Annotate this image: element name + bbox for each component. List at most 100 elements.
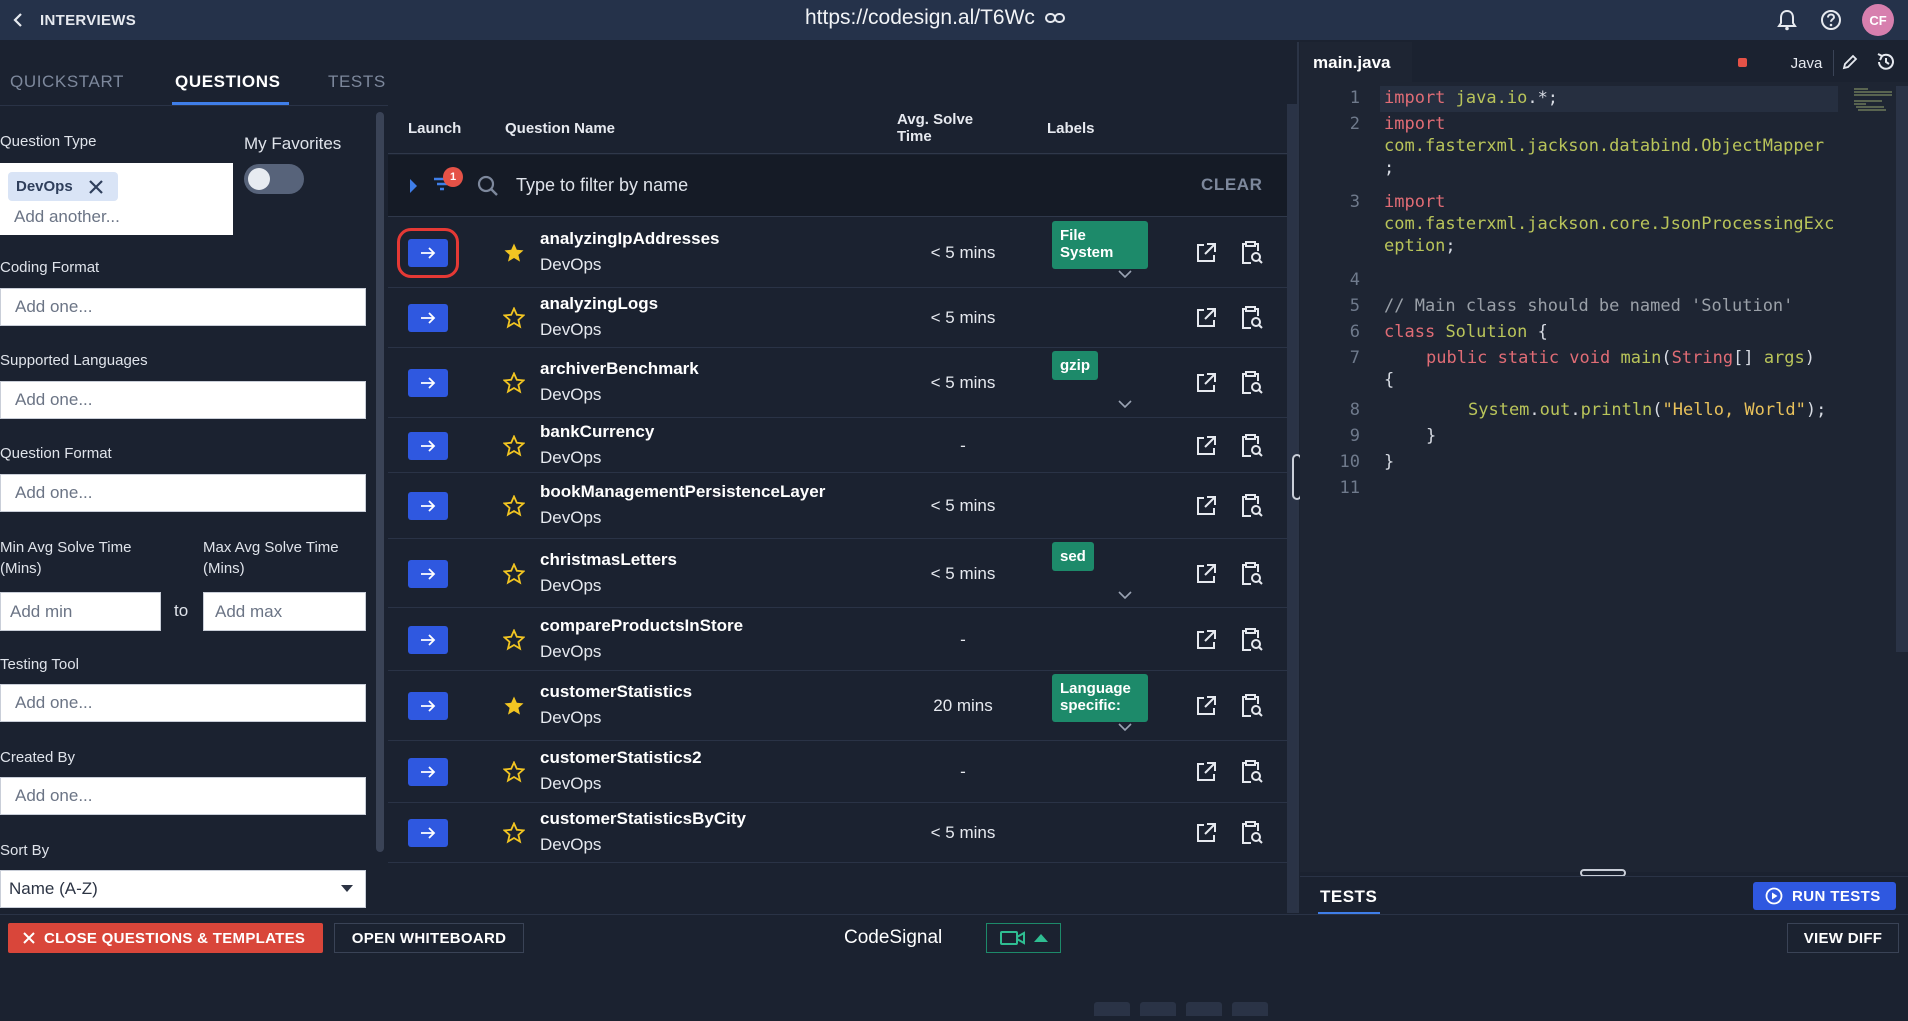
close-questions-button[interactable]: CLOSE QUESTIONS & TEMPLATES xyxy=(8,923,323,953)
external-link-icon[interactable] xyxy=(1194,434,1218,458)
external-link-icon[interactable] xyxy=(1194,694,1218,718)
name-filter-input[interactable]: Type to filter by name xyxy=(516,175,688,196)
sort-by-select[interactable]: Name (A-Z) xyxy=(0,870,366,908)
min-time-input[interactable]: Add min xyxy=(0,592,161,631)
star-icon[interactable] xyxy=(503,695,525,717)
star-outline-icon[interactable] xyxy=(503,562,525,585)
clipboard-search-icon[interactable] xyxy=(1238,433,1264,459)
question-name[interactable]: bookManagementPersistenceLayer xyxy=(540,482,825,502)
external-link-icon[interactable] xyxy=(1194,371,1218,395)
table-row[interactable]: christmasLetters DevOps < 5 mins sed xyxy=(388,539,1288,608)
question-name[interactable]: analyzingIpAddresses xyxy=(540,229,720,249)
tab-questions[interactable]: QUESTIONS xyxy=(175,72,281,92)
col-question-name[interactable]: Question Name xyxy=(505,120,615,137)
question-name[interactable]: christmasLetters xyxy=(540,550,677,570)
tab-quickstart[interactable]: QUICKSTART xyxy=(10,72,124,92)
external-link-icon[interactable] xyxy=(1194,494,1218,518)
clear-filter-button[interactable]: CLEAR xyxy=(1201,175,1263,195)
external-link-icon[interactable] xyxy=(1194,562,1218,586)
star-outline-icon[interactable] xyxy=(503,628,525,651)
clipboard-search-icon[interactable] xyxy=(1238,370,1264,396)
max-time-input[interactable]: Add max xyxy=(203,592,366,631)
question-name[interactable]: compareProductsInStore xyxy=(540,616,743,636)
bell-icon[interactable] xyxy=(1770,3,1804,37)
clipboard-search-icon[interactable] xyxy=(1238,561,1264,587)
view-diff-button[interactable]: VIEW DIFF xyxy=(1787,923,1899,953)
question-type-input[interactable]: Add another... xyxy=(14,207,120,227)
page-button[interactable] xyxy=(1186,1002,1222,1016)
star-outline-icon[interactable] xyxy=(503,434,525,457)
filters-scrollbar[interactable] xyxy=(376,112,384,852)
question-format-input[interactable]: Add one... xyxy=(0,474,366,512)
languages-input[interactable]: Add one... xyxy=(0,381,366,419)
table-row[interactable]: analyzingLogs DevOps < 5 mins xyxy=(388,288,1288,348)
page-button[interactable] xyxy=(1232,1002,1268,1016)
star-outline-icon[interactable] xyxy=(503,307,525,329)
help-icon[interactable] xyxy=(1814,3,1848,37)
launch-button[interactable] xyxy=(397,228,459,278)
coding-format-input[interactable]: Add one... xyxy=(0,288,366,326)
table-row[interactable]: customerStatistics2 DevOps - xyxy=(388,741,1288,803)
question-label-chip[interactable]: sed xyxy=(1052,541,1094,571)
clipboard-search-icon[interactable] xyxy=(1238,493,1264,519)
star-icon[interactable] xyxy=(503,242,525,264)
table-scrollbar[interactable] xyxy=(1287,104,1297,913)
tab-tests[interactable]: TESTS xyxy=(328,72,386,92)
session-url[interactable]: https://codesign.al/T6Wc xyxy=(805,6,1065,30)
star-outline-icon[interactable] xyxy=(503,372,525,394)
code-minimap[interactable] xyxy=(1852,86,1896,114)
table-row[interactable]: compareProductsInStore DevOps - xyxy=(388,608,1288,671)
launch-button[interactable] xyxy=(408,758,448,786)
video-button[interactable] xyxy=(986,923,1061,953)
clipboard-search-icon[interactable] xyxy=(1238,693,1264,719)
tests-tab[interactable]: TESTS xyxy=(1320,887,1377,907)
launch-button[interactable] xyxy=(408,369,448,397)
question-label-chip[interactable]: gzip xyxy=(1052,351,1098,380)
clipboard-search-icon[interactable] xyxy=(1238,305,1264,331)
page-button[interactable] xyxy=(1094,1002,1130,1016)
close-icon[interactable] xyxy=(87,178,105,196)
clipboard-search-icon[interactable] xyxy=(1238,627,1264,653)
chevron-down-icon[interactable] xyxy=(1118,590,1132,600)
star-outline-icon[interactable] xyxy=(503,822,525,844)
testing-tool-input[interactable]: Add one... xyxy=(0,684,366,722)
clipboard-search-icon[interactable] xyxy=(1238,820,1264,846)
external-link-icon[interactable] xyxy=(1194,628,1218,652)
expand-filters-icon[interactable] xyxy=(410,179,417,193)
launch-button[interactable] xyxy=(408,559,448,588)
question-label-chip[interactable]: Language specific: xyxy=(1052,674,1148,722)
launch-button[interactable] xyxy=(408,692,448,720)
language-selector[interactable]: Java xyxy=(1780,50,1834,76)
question-name[interactable]: customerStatistics xyxy=(540,682,692,702)
run-tests-button[interactable]: RUN TESTS xyxy=(1753,882,1896,910)
table-row[interactable]: archiverBenchmark DevOps < 5 mins gzip xyxy=(388,348,1288,418)
launch-button[interactable] xyxy=(408,304,448,332)
created-by-input[interactable]: Add one... xyxy=(0,777,366,815)
chevron-down-icon[interactable] xyxy=(1118,269,1132,279)
question-name[interactable]: analyzingLogs xyxy=(540,294,658,314)
pagination[interactable] xyxy=(1094,1002,1334,1016)
back-to-interviews[interactable]: INTERVIEWS xyxy=(8,10,136,30)
open-whiteboard-button[interactable]: OPEN WHITEBOARD xyxy=(334,923,524,953)
file-tab[interactable]: main.java xyxy=(1300,42,1412,82)
launch-button[interactable] xyxy=(408,819,448,847)
table-row[interactable]: analyzingIpAddresses DevOps < 5 mins File Sy… xyxy=(388,218,1288,288)
external-link-icon[interactable] xyxy=(1194,306,1218,330)
editor-scrollbar[interactable] xyxy=(1896,86,1908,652)
launch-button[interactable] xyxy=(408,625,448,654)
chevron-down-icon[interactable] xyxy=(1118,399,1132,409)
launch-button[interactable] xyxy=(408,431,448,460)
clipboard-search-icon[interactable] xyxy=(1238,759,1264,785)
star-outline-icon[interactable] xyxy=(503,495,525,517)
link-icon[interactable] xyxy=(1044,11,1065,25)
avatar[interactable]: CF xyxy=(1862,4,1894,36)
favorites-toggle[interactable] xyxy=(244,164,304,194)
external-link-icon[interactable] xyxy=(1194,241,1218,265)
table-row[interactable]: customerStatisticsByCity DevOps < 5 mins xyxy=(388,803,1288,863)
table-row[interactable]: customerStatistics DevOps 20 mins Language s… xyxy=(388,671,1288,741)
question-name[interactable]: bankCurrency xyxy=(540,422,654,442)
external-link-icon[interactable] xyxy=(1194,760,1218,784)
page-button[interactable] xyxy=(1140,1002,1176,1016)
question-name[interactable]: archiverBenchmark xyxy=(540,359,699,379)
table-row[interactable]: bookManagementPersistenceLayer DevOps < 5 … xyxy=(388,473,1288,539)
